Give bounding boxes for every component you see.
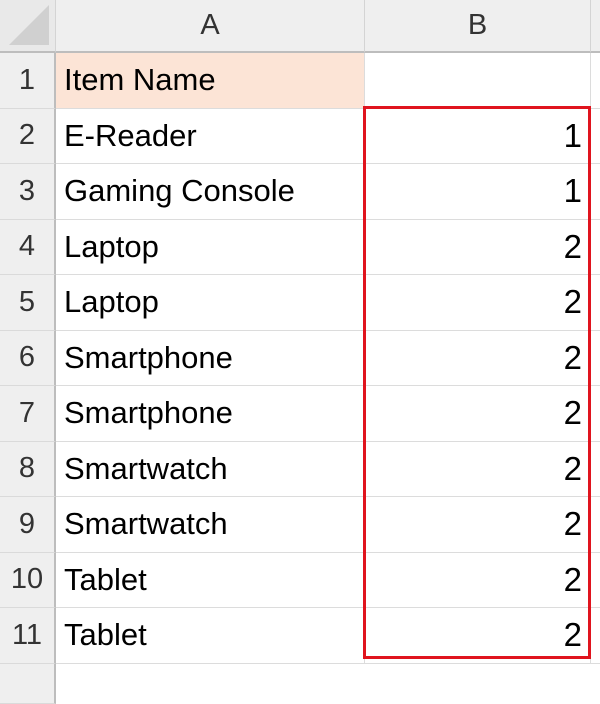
- row-header[interactable]: 5: [0, 275, 56, 331]
- cell-c[interactable]: [591, 164, 600, 220]
- cell-c[interactable]: [591, 442, 600, 497]
- row-header[interactable]: 6: [0, 330, 56, 386]
- cell-c[interactable]: [591, 386, 600, 442]
- cell-a[interactable]: Tablet: [56, 552, 365, 608]
- cell-b[interactable]: 2: [365, 386, 591, 442]
- cell-a[interactable]: Smartwatch: [56, 497, 365, 553]
- cell-b[interactable]: 2: [365, 608, 591, 664]
- cell-a[interactable]: Laptop: [56, 219, 365, 275]
- row-header[interactable]: 8: [0, 441, 56, 497]
- cell-b[interactable]: 1: [365, 108, 591, 164]
- cell-b[interactable]: 2: [365, 275, 591, 331]
- row-header[interactable]: 4: [0, 219, 56, 275]
- cell-b[interactable]: 2: [365, 497, 591, 553]
- cell-b[interactable]: 2: [365, 552, 591, 608]
- cell-c[interactable]: [591, 275, 600, 331]
- row-header[interactable]: [0, 663, 56, 704]
- spreadsheet-grid: A B 1 Item Name 2 E-Reader 1 3 Gaming Console 1…: [0, 0, 600, 704]
- cell-c[interactable]: [591, 109, 600, 164]
- cell-a[interactable]: Laptop: [56, 275, 365, 331]
- cell-c[interactable]: [591, 220, 600, 275]
- cell-a[interactable]: Item Name: [56, 53, 365, 109]
- cell-b[interactable]: 2: [365, 441, 591, 497]
- cell-c[interactable]: [591, 608, 600, 664]
- cell-c[interactable]: [591, 497, 600, 553]
- cell-b[interactable]: 1: [365, 164, 591, 220]
- row-header[interactable]: 2: [0, 108, 56, 164]
- row-header[interactable]: 10: [0, 552, 56, 608]
- column-header-c[interactable]: [591, 0, 600, 53]
- cell-a[interactable]: Tablet: [56, 608, 365, 664]
- cell-b[interactable]: [365, 53, 591, 109]
- cell-b[interactable]: 2: [365, 330, 591, 386]
- row-header[interactable]: 1: [0, 53, 56, 109]
- column-header-b[interactable]: B: [365, 0, 591, 53]
- row-header[interactable]: 7: [0, 386, 56, 442]
- cell-a[interactable]: Smartphone: [56, 330, 365, 386]
- cell-b[interactable]: 2: [365, 219, 591, 275]
- cell-c[interactable]: [591, 553, 600, 608]
- row-header[interactable]: 11: [0, 608, 56, 664]
- column-header-a[interactable]: A: [56, 0, 365, 53]
- cell-a[interactable]: E-Reader: [56, 108, 365, 164]
- select-all-triangle-icon: [9, 5, 49, 45]
- cell-c[interactable]: [591, 331, 600, 386]
- row-header[interactable]: 9: [0, 497, 56, 553]
- cell-a[interactable]: Smartwatch: [56, 441, 365, 497]
- cell-a[interactable]: Gaming Console: [56, 164, 365, 220]
- cell-a[interactable]: Smartphone: [56, 386, 365, 442]
- select-all-corner[interactable]: [0, 0, 56, 53]
- cell-c[interactable]: [591, 53, 600, 109]
- row-header[interactable]: 3: [0, 164, 56, 220]
